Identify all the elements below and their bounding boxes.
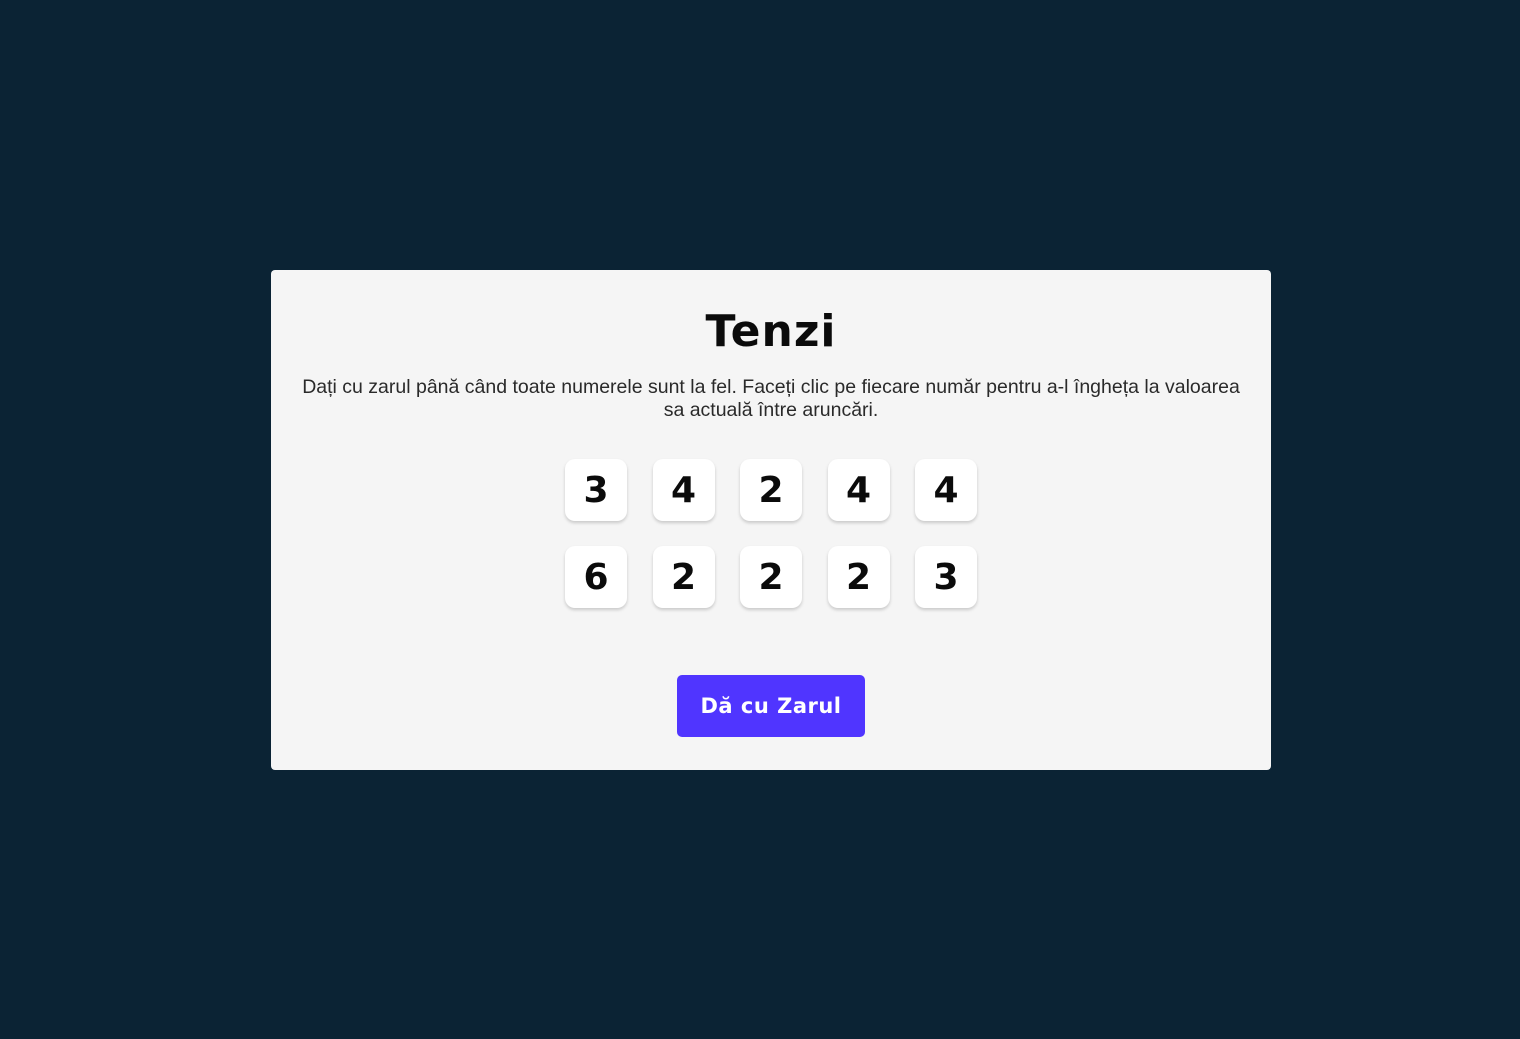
die-1[interactable]: 3 (565, 459, 627, 521)
die-10[interactable]: 3 (915, 546, 977, 608)
die-6[interactable]: 6 (565, 546, 627, 608)
die-8[interactable]: 2 (740, 546, 802, 608)
die-2[interactable]: 4 (652, 459, 715, 521)
die-7[interactable]: 2 (652, 546, 715, 608)
page: Tenzi Dați cu zarul până când toate nume… (0, 0, 1520, 1039)
game-title: Tenzi (705, 306, 837, 357)
instructions-text: Dați cu zarul până când toate numerele s… (302, 376, 1240, 421)
die-9[interactable]: 2 (827, 546, 890, 608)
dice-grid: 3 4 2 4 4 6 2 2 2 3 (565, 459, 977, 608)
die-3[interactable]: 2 (740, 459, 802, 521)
die-4[interactable]: 4 (827, 459, 890, 521)
roll-dice-button[interactable]: Dă cu Zarul (677, 675, 865, 737)
die-5[interactable]: 4 (915, 459, 977, 521)
game-card: Tenzi Dați cu zarul până când toate nume… (271, 270, 1271, 770)
